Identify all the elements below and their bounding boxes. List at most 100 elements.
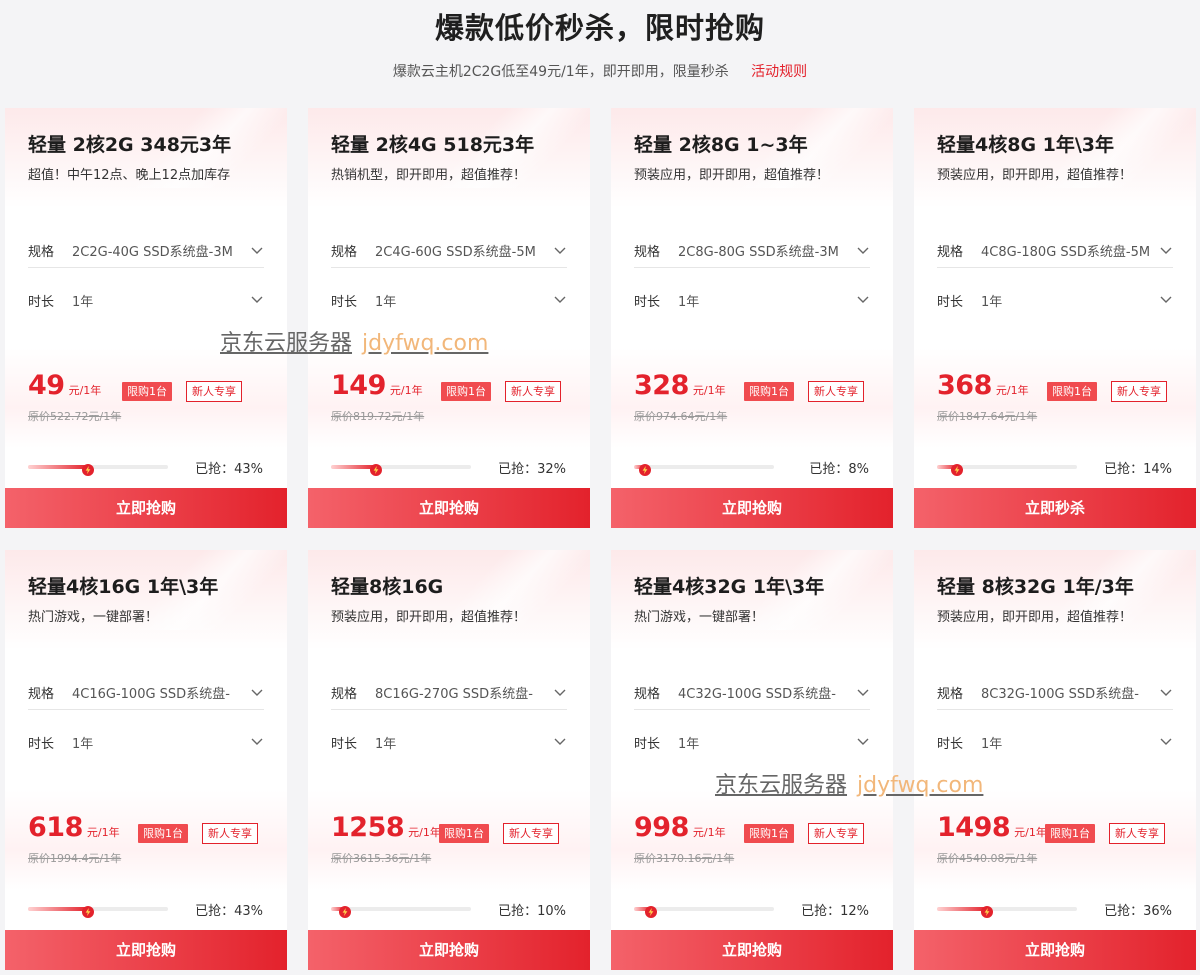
chevron-down-icon[interactable] bbox=[856, 244, 870, 258]
limit-badge: 限购1台 bbox=[138, 824, 188, 843]
activity-rules-link[interactable]: 活动规则 bbox=[751, 64, 807, 80]
spec-label: 规格 bbox=[937, 687, 964, 702]
duration-value: 1年 bbox=[375, 736, 397, 752]
spec-select[interactable]: 规格 4C32G-100G SSD系统盘- bbox=[634, 676, 870, 710]
spec-value: 2C2G-40G SSD系统盘-3M bbox=[72, 245, 233, 260]
chevron-down-icon[interactable] bbox=[553, 293, 567, 307]
price-value: 1498 bbox=[937, 812, 1011, 843]
original-price: 原价1994.4元/1年 bbox=[28, 852, 122, 865]
progress-fill bbox=[28, 906, 95, 918]
subtitle-text: 爆款云主机2C2G低至49元/1年，即开即用，限量秒杀 bbox=[392, 64, 729, 80]
buy-now-button[interactable]: 立即抢购 bbox=[611, 930, 893, 970]
buy-now-button[interactable]: 立即抢购 bbox=[5, 930, 287, 970]
chevron-down-icon[interactable] bbox=[856, 293, 870, 307]
original-price: 原价819.72元/1年 bbox=[331, 410, 425, 423]
price-row: 368 元/1年 bbox=[937, 370, 1029, 401]
price-row: 618 元/1年 bbox=[28, 812, 120, 843]
spec-select[interactable]: 规格 8C16G-270G SSD系统盘- bbox=[331, 676, 567, 710]
duration-label: 时长 bbox=[28, 294, 55, 310]
spec-select[interactable]: 规格 4C8G-180G SSD系统盘-5M bbox=[937, 234, 1173, 268]
progress-fill bbox=[28, 464, 95, 476]
sold-value: 36% bbox=[1143, 904, 1172, 919]
product-card: 轻量4核8G 1年\3年 预装应用，即开即用，超值推荐！ 规格 4C8G-180G S… bbox=[914, 108, 1196, 528]
chevron-down-icon[interactable] bbox=[1159, 735, 1173, 749]
chevron-down-icon[interactable] bbox=[856, 735, 870, 749]
buy-now-button[interactable]: 立即秒杀 bbox=[914, 488, 1196, 528]
chevron-down-icon[interactable] bbox=[250, 686, 264, 700]
buy-now-button[interactable]: 立即抢购 bbox=[5, 488, 287, 528]
spec-value: 4C16G-100G SSD系统盘- bbox=[72, 687, 230, 702]
duration-select[interactable]: 时长 1年 bbox=[634, 725, 870, 759]
spec-select[interactable]: 规格 4C16G-100G SSD系统盘- bbox=[28, 676, 264, 710]
chevron-down-icon[interactable] bbox=[250, 735, 264, 749]
duration-select[interactable]: 时长 1年 bbox=[28, 725, 264, 759]
duration-select[interactable]: 时长 1年 bbox=[331, 725, 567, 759]
spec-select[interactable]: 规格 2C2G-40G SSD系统盘-3M bbox=[28, 234, 264, 268]
duration-select[interactable]: 时长 1年 bbox=[634, 283, 870, 317]
buy-now-button[interactable]: 立即抢购 bbox=[611, 488, 893, 528]
spec-value: 8C16G-270G SSD系统盘- bbox=[375, 687, 533, 702]
card-title: 轻量4核16G 1年\3年 bbox=[28, 576, 219, 598]
price-row: 1258 元/1年 bbox=[331, 812, 441, 843]
price-row: 1498 元/1年 bbox=[937, 812, 1047, 843]
chevron-down-icon[interactable] bbox=[553, 735, 567, 749]
sold-percentage: 已抢：43% bbox=[195, 458, 263, 477]
duration-select[interactable]: 时长 1年 bbox=[937, 725, 1173, 759]
card-title: 轻量4核8G 1年\3年 bbox=[937, 134, 1115, 156]
chevron-down-icon[interactable] bbox=[553, 686, 567, 700]
spec-label: 规格 bbox=[634, 245, 661, 260]
chevron-down-icon[interactable] bbox=[1159, 244, 1173, 258]
sold-percentage: 已抢：8% bbox=[809, 458, 869, 477]
buy-now-button[interactable]: 立即抢购 bbox=[308, 930, 590, 970]
buy-now-button[interactable]: 立即抢购 bbox=[914, 930, 1196, 970]
sold-prefix: 已抢： bbox=[801, 904, 841, 919]
card-title: 轻量 2核4G 518元3年 bbox=[331, 134, 535, 156]
chevron-down-icon[interactable] bbox=[250, 293, 264, 307]
buy-now-button[interactable]: 立即抢购 bbox=[308, 488, 590, 528]
original-price: 原价4540.08元/1年 bbox=[937, 852, 1038, 865]
spec-select[interactable]: 规格 2C4G-60G SSD系统盘-5M bbox=[331, 234, 567, 268]
duration-value: 1年 bbox=[72, 736, 94, 752]
price-value: 368 bbox=[937, 370, 992, 401]
watermark-cn: 京东云服务器 bbox=[220, 331, 353, 356]
sold-prefix: 已抢： bbox=[1104, 462, 1144, 477]
chevron-down-icon[interactable] bbox=[856, 686, 870, 700]
sold-progress-bar bbox=[634, 464, 774, 476]
price-unit: 元/1年 bbox=[86, 826, 120, 839]
original-price: 原价974.64元/1年 bbox=[634, 410, 728, 423]
spec-select[interactable]: 规格 8C32G-100G SSD系统盘- bbox=[937, 676, 1173, 710]
sold-progress-bar bbox=[28, 906, 168, 918]
duration-label: 时长 bbox=[28, 736, 55, 752]
duration-value: 1年 bbox=[678, 294, 700, 310]
price-unit: 元/1年 bbox=[68, 384, 102, 397]
price-row: 149 元/1年 bbox=[331, 370, 423, 401]
original-price: 原价3615.36元/1年 bbox=[331, 852, 432, 865]
card-title: 轻量 2核8G 1~3年 bbox=[634, 134, 808, 156]
product-card: 轻量 2核8G 1~3年 预装应用，即开即用，超值推荐！ 规格 2C8G-80G SS… bbox=[611, 108, 893, 528]
duration-label: 时长 bbox=[331, 736, 358, 752]
chevron-down-icon[interactable] bbox=[553, 244, 567, 258]
page-title: 爆款低价秒杀，限时抢购 bbox=[434, 11, 765, 45]
product-card: 轻量8核16G 预装应用，即开即用，超值推荐！ 规格 8C16G-270G SSD系统… bbox=[308, 550, 590, 970]
card-title: 轻量4核32G 1年\3年 bbox=[634, 576, 825, 598]
progress-fill bbox=[331, 464, 382, 476]
sold-progress-bar bbox=[634, 906, 774, 918]
new-user-badge: 新人专享 bbox=[186, 381, 242, 402]
chevron-down-icon[interactable] bbox=[250, 244, 264, 258]
chevron-down-icon[interactable] bbox=[1159, 686, 1173, 700]
duration-select[interactable]: 时长 1年 bbox=[331, 283, 567, 317]
duration-select[interactable]: 时长 1年 bbox=[937, 283, 1173, 317]
limit-badge: 限购1台 bbox=[1047, 382, 1097, 401]
card-description: 热销机型，即开即用，超值推荐！ bbox=[331, 168, 527, 183]
card-description: 热门游戏，一键部署！ bbox=[28, 610, 159, 625]
spec-label: 规格 bbox=[28, 687, 55, 702]
new-user-badge: 新人专享 bbox=[1111, 381, 1167, 402]
duration-select[interactable]: 时长 1年 bbox=[28, 283, 264, 317]
spec-select[interactable]: 规格 2C8G-80G SSD系统盘-3M bbox=[634, 234, 870, 268]
spec-label: 规格 bbox=[634, 687, 661, 702]
sold-prefix: 已抢： bbox=[498, 462, 538, 477]
sold-value: 12% bbox=[840, 904, 869, 919]
sold-progress-bar bbox=[331, 906, 471, 918]
price-value: 998 bbox=[634, 812, 689, 843]
chevron-down-icon[interactable] bbox=[1159, 293, 1173, 307]
